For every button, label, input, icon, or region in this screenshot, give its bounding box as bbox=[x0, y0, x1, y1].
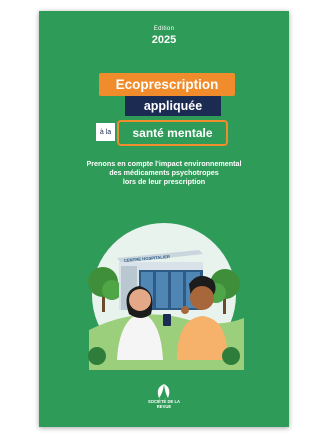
subtitle-line: des médicaments psychotropes bbox=[109, 168, 219, 177]
subtitle-line: lors de leur prescription bbox=[122, 177, 206, 186]
hospital-illustration: CENTRE HOSPITALIER bbox=[88, 223, 244, 370]
title-ecoprescription: Ecoprescription bbox=[99, 73, 235, 96]
logo-text: SOCIÉTÉ DE LA REVUE bbox=[141, 399, 187, 410]
cover-subtitle: Prenons en compte l'impact environnement… bbox=[55, 159, 273, 186]
edition-label: Edition bbox=[153, 26, 175, 32]
title-appliquee: appliquée bbox=[125, 96, 221, 116]
subtitle-line: Prenons en compte l'impact environnement… bbox=[86, 159, 242, 168]
publisher-logo: SOCIÉTÉ DE LA REVUE bbox=[141, 383, 187, 425]
title-sante-mentale: santé mentale bbox=[117, 120, 228, 146]
document-cover: Edition 2025 Ecoprescription appliquée à… bbox=[39, 11, 289, 427]
logo-text-line: REVUE bbox=[156, 403, 172, 409]
edition-year: 2025 bbox=[151, 34, 177, 46]
leaf-logo-icon bbox=[157, 384, 170, 398]
title-connector: à la bbox=[96, 123, 115, 141]
